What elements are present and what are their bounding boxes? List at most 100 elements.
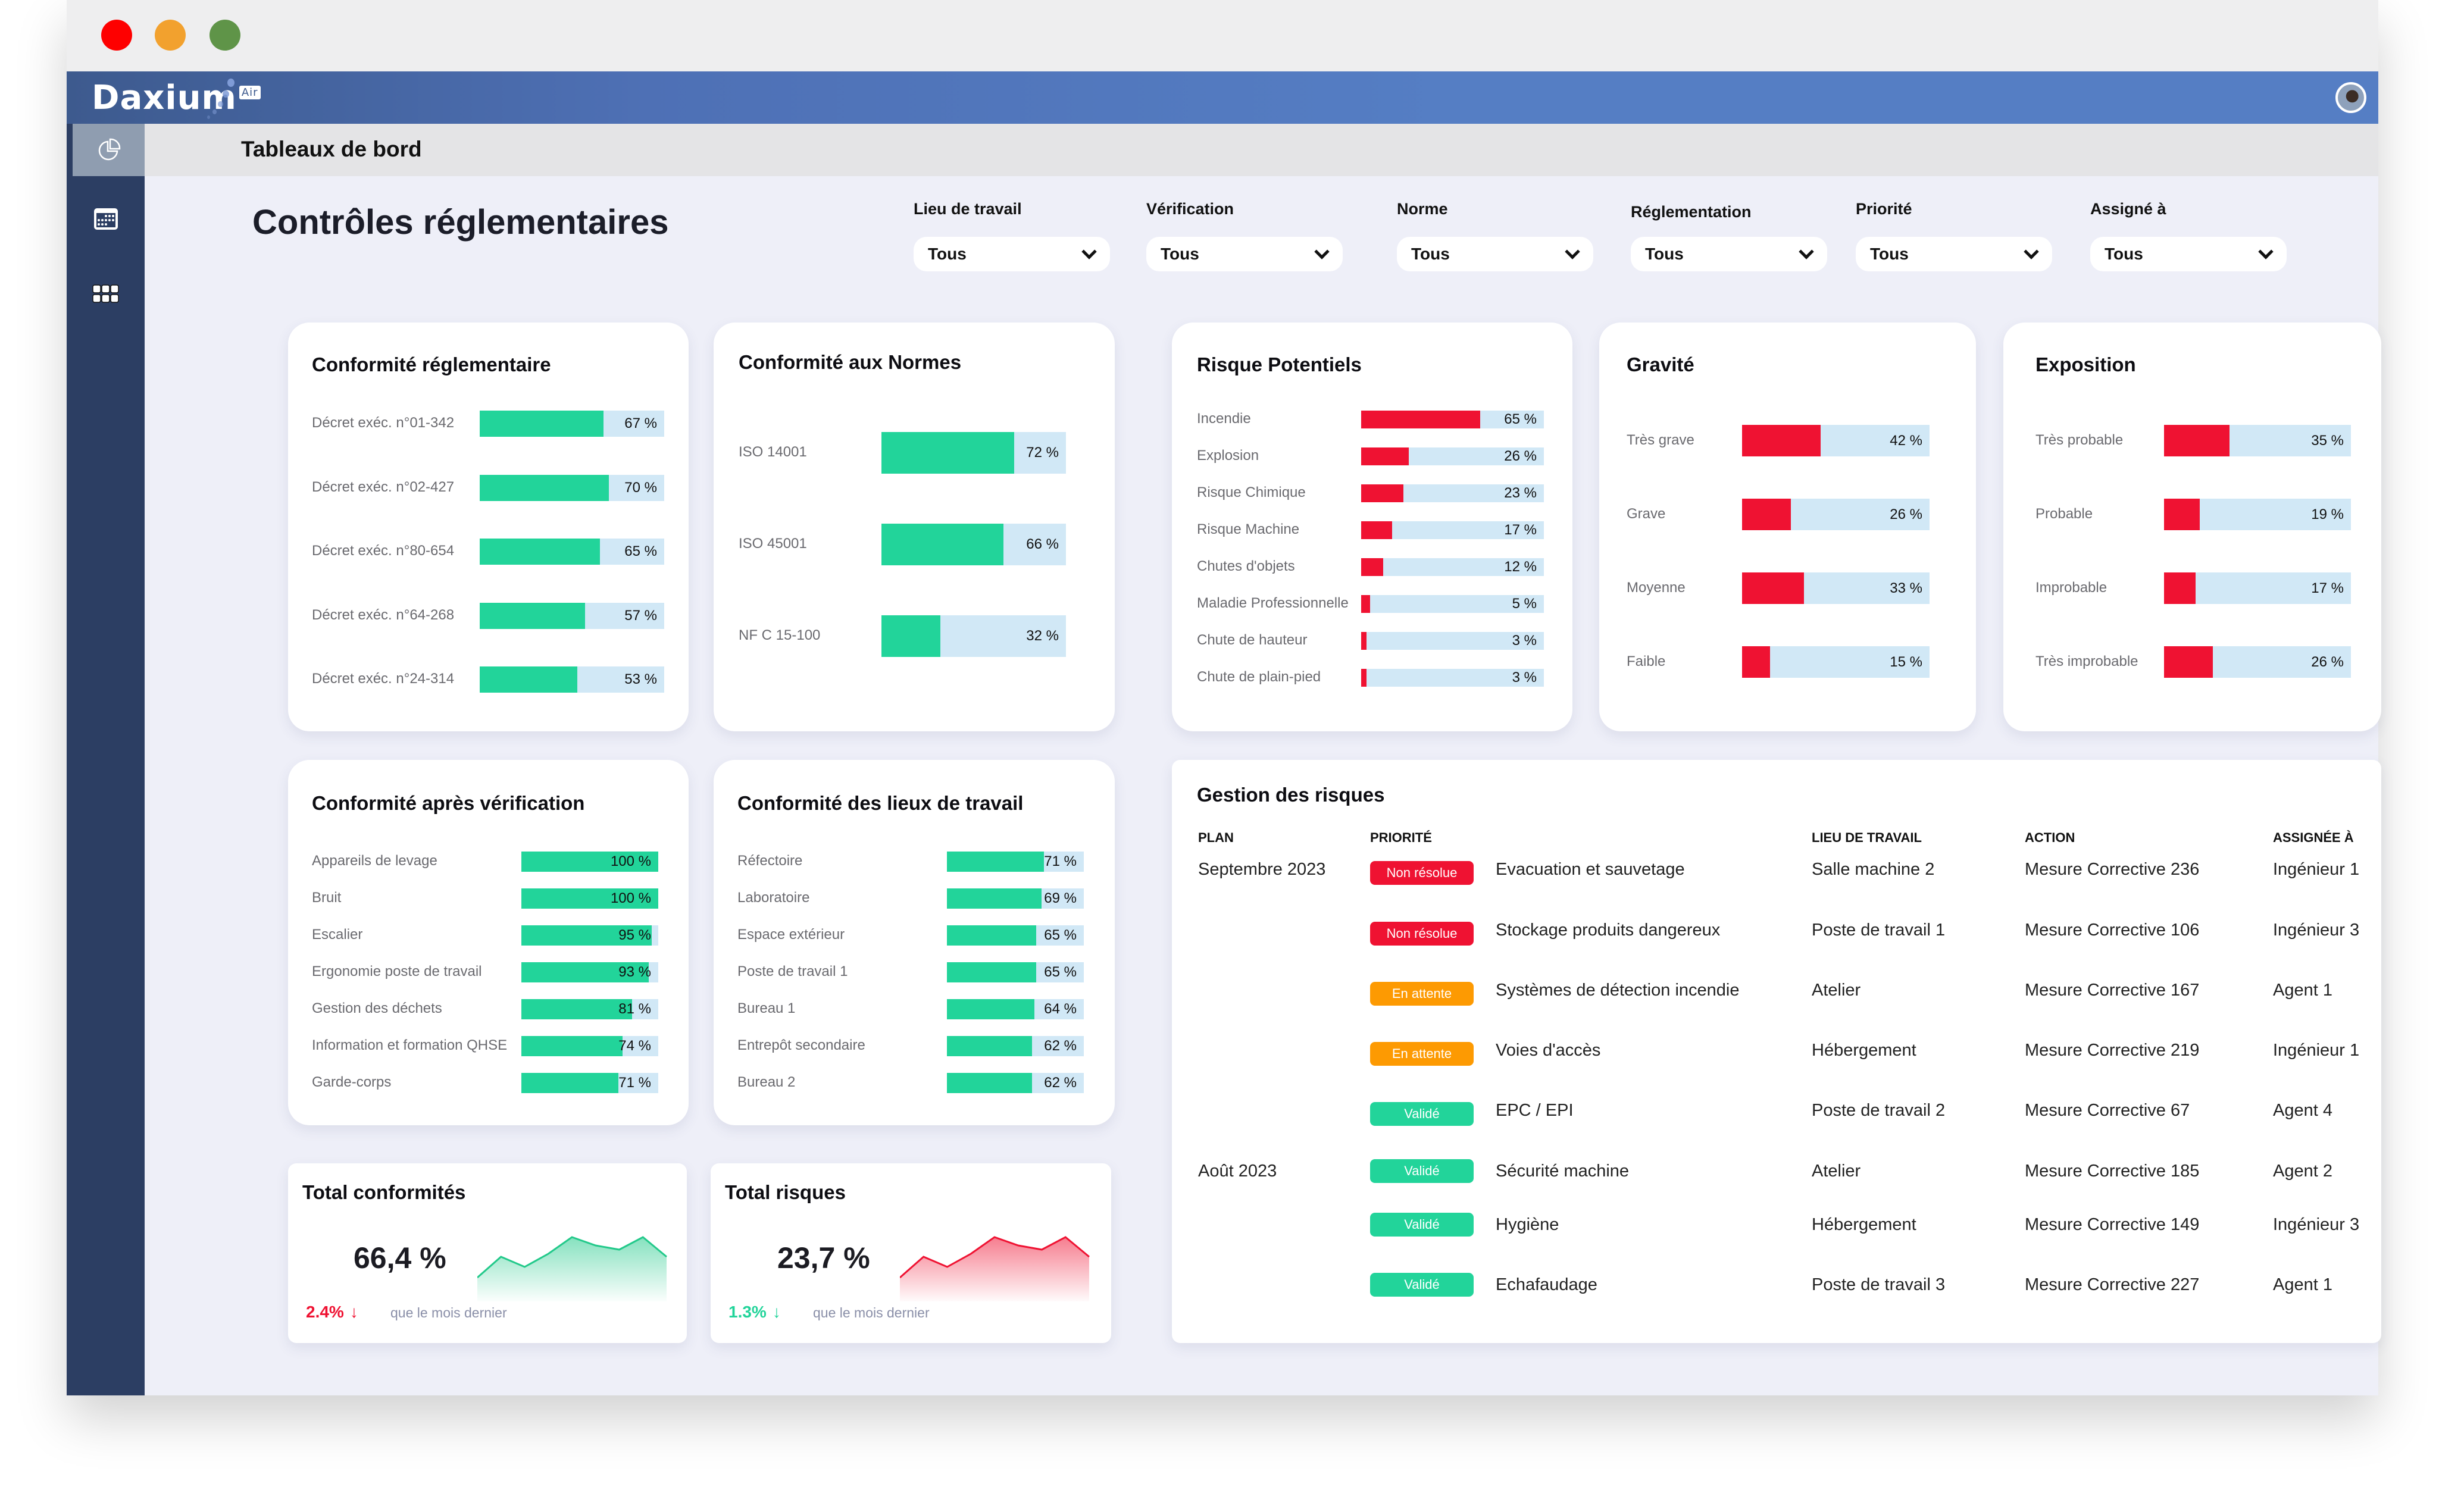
card-conformite-normes: Conformité aux Normes ISO 14001 72 % ISO 45… (714, 323, 1115, 731)
bar-fill (480, 474, 609, 501)
table-row[interactable]: Validé Echafaudage Poste de travail 3 Mesur… (1172, 1270, 2381, 1306)
bar-fill (2164, 499, 2200, 530)
table-row[interactable]: Août 2023 Validé Sécurité machine Atelier Me… (1172, 1157, 2381, 1192)
sparkline-area (900, 1237, 1089, 1301)
bar-fill (1742, 425, 1821, 456)
chevron-down-icon (1081, 244, 1097, 259)
assignee-cell: Ingénieur 1 (2273, 860, 2360, 879)
filter-label: Priorité (1856, 200, 1912, 218)
card-total-conformites: Total conformités 66,4 % 2.4% ↓ que le mois … (288, 1163, 687, 1343)
bar-value-label: 65 % (1504, 411, 1537, 427)
bar-value-label: 53 % (624, 671, 657, 687)
filter-5: Assigné à Tous (2090, 200, 2287, 271)
sidebar-item-dashboards[interactable] (73, 124, 145, 176)
card-gestion-risques: Gestion des risques PLAN PRIORITÉ LIEU DE T… (1172, 760, 2381, 1343)
status-badge: Validé (1370, 1102, 1474, 1126)
bar-track: 3 % (1361, 632, 1544, 650)
status-badge: Validé (1370, 1273, 1474, 1297)
filter-3: Réglementation Tous (1631, 203, 1827, 271)
bar-fill (947, 962, 1036, 982)
assignee-cell: Ingénieur 3 (2273, 1215, 2360, 1234)
bar-value-label: 17 % (1504, 522, 1537, 538)
status-badge: En attente (1370, 982, 1474, 1006)
action-cell: Mesure Corrective 149 (2025, 1215, 2200, 1234)
bar-value-label: 12 % (1504, 559, 1537, 575)
bar-track: 93 % (521, 962, 658, 982)
app-window: Daxium Air Tableaux de bord Contrôles rég… (67, 0, 2381, 1395)
total-delta: 2.4% ↓ (306, 1303, 358, 1322)
apps-grid-icon (92, 284, 119, 303)
table-row[interactable]: Validé EPC / EPI Poste de travail 2 Mesure … (1172, 1096, 2381, 1132)
bar-fill (881, 432, 1015, 474)
filter-value: Tous (928, 245, 967, 263)
table-row[interactable]: Validé Hygiène Hébergement Mesure Correctiv… (1172, 1210, 2381, 1246)
bar-label: Appareils de levage (312, 853, 437, 869)
bar-label: Grave (1627, 505, 1666, 522)
status-badge: Non résolue (1370, 861, 1474, 885)
filter-select[interactable]: Tous (1856, 237, 2052, 271)
workplace-cell: Poste de travail 1 (1812, 921, 1946, 940)
chevron-down-icon (2258, 244, 2274, 259)
filter-value: Tous (1870, 245, 1909, 263)
bar-fill (1742, 499, 1791, 530)
sidebar-item-calendar[interactable] (67, 207, 145, 231)
user-avatar[interactable] (2335, 82, 2366, 113)
filter-select[interactable]: Tous (1631, 237, 1827, 271)
card-exposition: Exposition Très probable 35 % Probable 19 % I… (2003, 323, 2381, 731)
bar-value-label: 62 % (1044, 1038, 1077, 1054)
filter-select[interactable]: Tous (914, 237, 1110, 271)
top-bar: Daxium Air (67, 71, 2378, 124)
action-cell: Mesure Corrective 219 (2025, 1041, 2200, 1060)
card-conformite-reglementaire: Conformité réglementaire Décret exéc. n°0… (288, 323, 689, 731)
bar-label: Risque Machine (1197, 521, 1300, 537)
sidebar (67, 124, 145, 1395)
maximize-window-button[interactable] (209, 20, 240, 51)
workplace-cell: Atelier (1812, 1162, 1861, 1181)
filter-1: Vérification Tous (1146, 200, 1343, 271)
bar-value-label: 62 % (1044, 1075, 1077, 1091)
bar-label: Décret exéc. n°02-427 (312, 478, 455, 495)
table-header-plan[interactable]: PLAN (1198, 830, 1234, 846)
sparkline-area (477, 1237, 667, 1301)
filter-label: Norme (1397, 200, 1448, 218)
bar-value-label: 67 % (624, 415, 657, 431)
item-cell: Hygiène (1496, 1215, 1559, 1234)
bar-label: NF C 15-100 (739, 627, 821, 643)
item-cell: Echafaudage (1496, 1275, 1597, 1294)
bar-value-label: 26 % (2311, 653, 2344, 670)
bar-fill (480, 539, 600, 565)
bar-track: 53 % (480, 666, 664, 693)
bar-track: 17 % (1361, 521, 1544, 539)
table-header-priority[interactable]: PRIORITÉ (1370, 830, 1432, 846)
main-content: Contrôles réglementaires Lieu de travail… (145, 176, 2381, 1395)
bar-track: 5 % (1361, 595, 1544, 613)
close-window-button[interactable] (101, 20, 132, 51)
bar-value-label: 100 % (610, 890, 651, 906)
chevron-down-icon (1565, 244, 1580, 259)
filter-select[interactable]: Tous (1146, 237, 1343, 271)
table-row[interactable]: En attente Systèmes de détection incendie… (1172, 976, 2381, 1012)
bar-value-label: 26 % (1890, 506, 1922, 522)
arrow-down-icon: ↓ (349, 1303, 358, 1321)
sidebar-item-apps[interactable] (67, 284, 145, 303)
bar-track: 35 % (2164, 425, 2351, 456)
bar-track: 19 % (2164, 499, 2351, 530)
table-header-workplace[interactable]: LIEU DE TRAVAIL (1812, 830, 1922, 846)
bar-value-label: 74 % (618, 1038, 651, 1054)
table-row[interactable]: En attente Voies d'accès Hébergement Mesure… (1172, 1036, 2381, 1072)
table-row[interactable]: Septembre 2023 Non résolue Evacuation et s… (1172, 855, 2381, 891)
delta-value: 2.4% (306, 1303, 344, 1321)
filter-select[interactable]: Tous (2090, 237, 2287, 271)
minimize-window-button[interactable] (155, 20, 186, 51)
table-row[interactable]: Non résolue Stockage produits dangereux Po… (1172, 916, 2381, 951)
bar-label: Escalier (312, 927, 363, 943)
table-header-action[interactable]: ACTION (2025, 830, 2075, 846)
bar-track: 69 % (947, 888, 1084, 909)
table-header-assignee[interactable]: ASSIGNÉE À (2273, 830, 2354, 846)
bar-fill (947, 999, 1035, 1019)
filter-value: Tous (1411, 245, 1450, 263)
bar-track: 65 % (947, 962, 1084, 982)
bar-fill (521, 1073, 619, 1093)
filter-select[interactable]: Tous (1397, 237, 1593, 271)
bar-track: 15 % (1742, 646, 1930, 678)
